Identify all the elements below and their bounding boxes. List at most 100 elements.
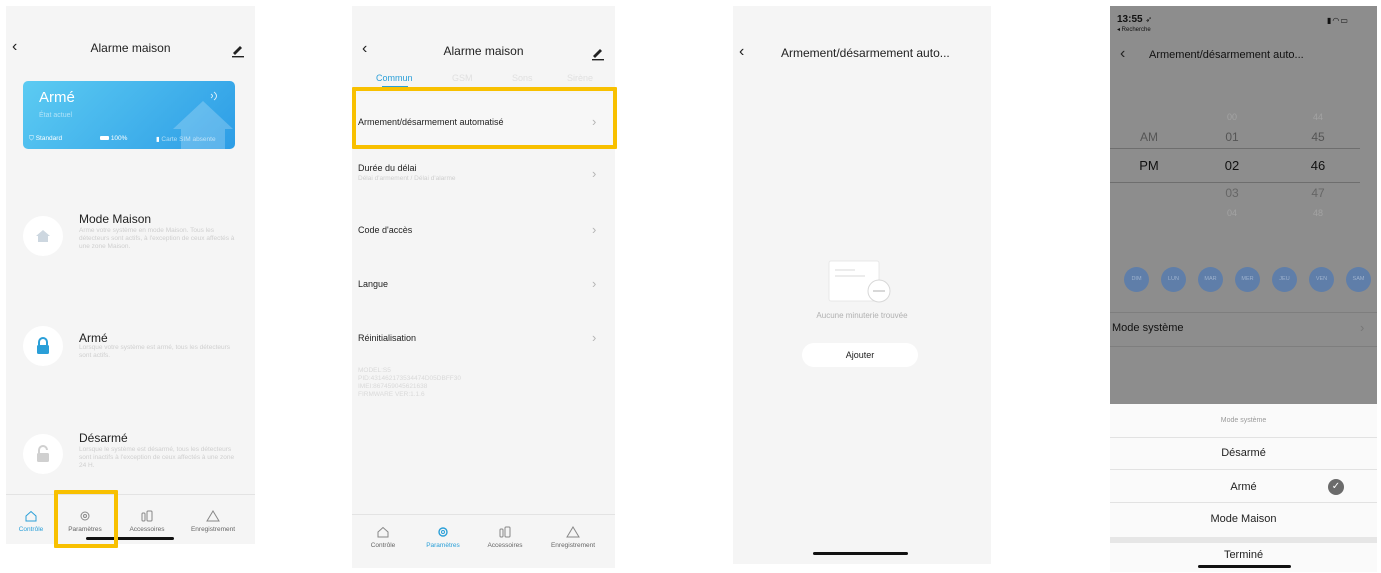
- picker-pm[interactable]: PM: [1124, 158, 1174, 173]
- home-icon: [36, 230, 50, 242]
- option-mode-maison[interactable]: Mode Maison: [1110, 513, 1377, 525]
- back-icon[interactable]: ‹: [739, 44, 744, 60]
- sim-icon: ▮: [156, 136, 160, 143]
- row-label: Langue: [358, 279, 389, 289]
- empty-document-icon: [828, 260, 891, 303]
- tab-controle[interactable]: Contrôle: [6, 509, 60, 533]
- status-time: 13:55: [1117, 14, 1143, 25]
- system-mode-row[interactable]: Mode système: [1112, 322, 1184, 334]
- tab-label: Accessoires: [129, 526, 165, 533]
- home-icon: [25, 510, 37, 522]
- picker-line: [1110, 148, 1360, 149]
- battery-icon: ▭: [1340, 16, 1349, 25]
- day-mar[interactable]: MAR: [1198, 267, 1223, 292]
- picker-minute-selected[interactable]: 46: [1293, 158, 1343, 173]
- mode-home-button[interactable]: [23, 216, 63, 256]
- tab-enregistrement[interactable]: Enregistrement: [184, 509, 242, 533]
- signal-icon: [210, 91, 217, 101]
- mode-disarmed-desc: Lorsque le système est désarmé, tous les…: [79, 446, 235, 469]
- mode-armed-title: Armé: [79, 331, 108, 345]
- page-title: Armement/désarmement auto...: [781, 46, 950, 60]
- tab-accessoires[interactable]: Accessoires: [118, 509, 176, 533]
- sim-status: Carte SIM absente: [161, 136, 216, 143]
- picker-hour[interactable]: 00: [1207, 112, 1257, 122]
- chevron-right-icon: ›: [592, 166, 597, 181]
- device-firmware: FIRMWARE VER:1.1.6: [358, 391, 425, 398]
- status-card: Armé État actuel ⛉ Standard 100% ▮ Carte…: [23, 81, 235, 149]
- tab-accessoires[interactable]: Accessoires: [476, 525, 534, 549]
- page-title: Alarme maison: [443, 44, 524, 58]
- status-back-link[interactable]: ◂ Recherche: [1117, 26, 1151, 33]
- row-reset[interactable]: Réinitialisation ›: [352, 310, 615, 364]
- mode-armed-button[interactable]: [23, 326, 63, 366]
- sensor-icon: [141, 510, 153, 522]
- screen-alarm-control: ‹ Alarme maison Armé État actuel ⛉ Stand…: [6, 6, 255, 544]
- dimmed-overlay: [1110, 6, 1377, 404]
- screen-timers-empty: ‹ Armement/désarmement auto... Aucune mi…: [733, 6, 991, 564]
- divider: [1110, 312, 1377, 313]
- tab-parametres[interactable]: Paramètres: [414, 525, 472, 549]
- tab-sirene[interactable]: Sirène: [567, 73, 593, 83]
- picker-hour[interactable]: 04: [1207, 208, 1257, 218]
- status-subtext: État actuel: [39, 112, 73, 119]
- mode-disarmed-button[interactable]: [23, 434, 63, 474]
- row-label: Réinitialisation: [358, 333, 417, 343]
- picker-minute[interactable]: 45: [1293, 130, 1343, 144]
- chevron-right-icon: ›: [1360, 320, 1365, 335]
- highlight-box: [352, 87, 617, 149]
- picker-hour-selected[interactable]: 02: [1207, 158, 1257, 173]
- tab-enregistrement[interactable]: Enregistrement: [544, 525, 602, 549]
- device-pid: PID:431462173534474D05DBFF30: [358, 375, 461, 382]
- back-icon[interactable]: ‹: [1120, 46, 1125, 62]
- row-sub: Délai d'armement / Délai d'alarme: [358, 175, 456, 182]
- day-mer[interactable]: MER: [1235, 267, 1260, 292]
- option-desarme[interactable]: Désarmé: [1110, 447, 1377, 459]
- row-access-code[interactable]: Code d'accès ›: [352, 202, 615, 256]
- unlock-icon: [37, 445, 49, 462]
- day-dim[interactable]: DIM: [1124, 267, 1149, 292]
- tab-label: Contrôle: [370, 542, 396, 549]
- chevron-right-icon: ›: [592, 222, 597, 237]
- sensor-icon: [499, 526, 511, 538]
- tab-label: Paramètres: [426, 542, 460, 549]
- picker-minute[interactable]: 47: [1293, 186, 1343, 200]
- done-button[interactable]: Terminé: [1110, 549, 1377, 561]
- screen-timer-edit: 13:55 ➶ ◂ Recherche ▮◠▭ ‹ Armement/désar…: [1110, 6, 1377, 572]
- location-arrow-icon: ➶: [1145, 15, 1153, 24]
- tab-controle[interactable]: Contrôle: [354, 525, 412, 549]
- device-model: MODEL:S5: [358, 367, 391, 374]
- picker-hour[interactable]: 01: [1207, 130, 1257, 144]
- picker-am[interactable]: AM: [1124, 130, 1174, 144]
- picker-minute[interactable]: 48: [1293, 208, 1343, 218]
- add-timer-button[interactable]: Ajouter: [802, 343, 918, 367]
- home-indicator: [813, 552, 908, 555]
- tab-label: Accessoires: [487, 542, 523, 549]
- home-indicator: [1198, 565, 1291, 568]
- row-language[interactable]: Langue ›: [352, 256, 615, 310]
- tab-gsm[interactable]: GSM: [452, 73, 473, 83]
- tab-commun[interactable]: Commun: [376, 73, 413, 83]
- edit-icon[interactable]: [590, 45, 606, 61]
- day-ven[interactable]: VEN: [1309, 267, 1334, 292]
- mode-standard-label: Standard: [35, 135, 63, 142]
- day-lun[interactable]: LUN: [1161, 267, 1186, 292]
- lock-icon: [37, 337, 49, 354]
- device-imei: IMEI:867459045621638: [358, 383, 428, 390]
- home-icon: [377, 526, 389, 538]
- mode-action-sheet: Mode système Désarmé Armé ✓ Mode Maison …: [1110, 404, 1377, 572]
- mode-home-title: Mode Maison: [79, 212, 152, 226]
- check-icon: ✓: [1328, 479, 1344, 495]
- picker-minute[interactable]: 44: [1293, 112, 1343, 122]
- mode-armed-desc: Lorsque votre système est armé, tous les…: [79, 344, 231, 359]
- edit-icon[interactable]: [230, 42, 246, 58]
- row-delay-duration[interactable]: Durée du délai Délai d'armement / Délai …: [352, 148, 615, 202]
- day-jeu[interactable]: JEU: [1272, 267, 1297, 292]
- tab-sons[interactable]: Sons: [512, 73, 533, 83]
- picker-hour[interactable]: 03: [1207, 186, 1257, 200]
- warning-icon: [206, 510, 220, 522]
- page-title: Alarme maison: [90, 41, 171, 55]
- row-label: Code d'accès: [358, 225, 413, 235]
- status-icons: ▮◠▭: [1327, 16, 1349, 25]
- highlight-box: [54, 490, 118, 548]
- day-sam[interactable]: SAM: [1346, 267, 1371, 292]
